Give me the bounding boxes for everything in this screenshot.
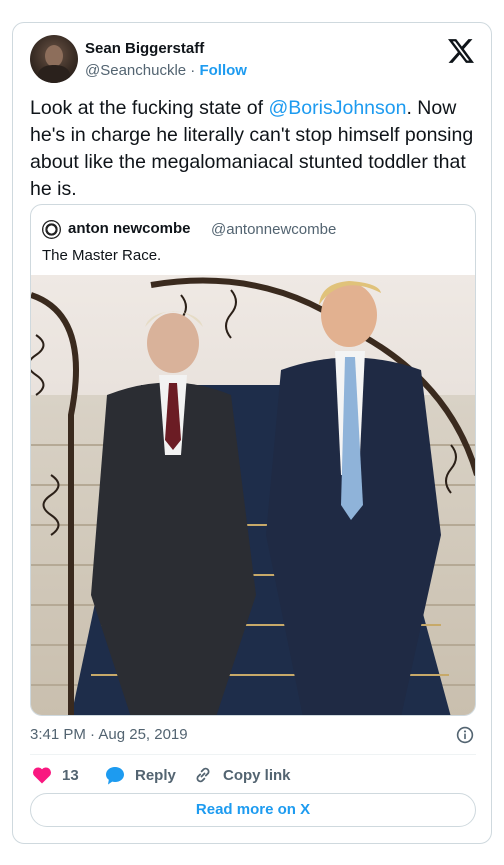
- author-name[interactable]: Sean Biggerstaff: [85, 40, 204, 57]
- reply-button[interactable]: Reply: [105, 764, 176, 786]
- quoted-author-handle[interactable]: @antonnewcombe: [211, 221, 336, 238]
- tweet-text: Look at the fucking state of @BorisJohns…: [30, 95, 480, 203]
- divider: [30, 754, 476, 755]
- reply-label: Reply: [135, 766, 176, 784]
- tweet-text-part: Look at the fucking state of: [30, 97, 269, 119]
- reply-bubble-icon: [106, 766, 124, 784]
- heart-icon: [33, 767, 51, 784]
- follow-button[interactable]: Follow: [199, 62, 247, 79]
- like-button[interactable]: 13: [32, 764, 79, 786]
- link-icon: [196, 767, 210, 783]
- handle-separator: ·: [190, 62, 196, 79]
- quoted-tweet-text: The Master Race.: [42, 247, 162, 264]
- mention-link[interactable]: @BorisJohnson: [269, 97, 407, 119]
- copy-link-label: Copy link: [223, 766, 291, 784]
- author-handle[interactable]: @Seanchuckle: [85, 62, 186, 79]
- author-avatar[interactable]: [30, 35, 78, 83]
- quoted-avatar[interactable]: [42, 220, 61, 239]
- quoted-tweet[interactable]: anton newcombe @antonnewcombe The Master…: [30, 204, 476, 716]
- author-handle-line: @Seanchuckle · Follow: [85, 62, 247, 79]
- copy-link-button[interactable]: Copy link: [193, 764, 291, 786]
- quoted-photo[interactable]: [31, 275, 476, 716]
- info-icon[interactable]: [456, 726, 474, 744]
- quoted-author-name[interactable]: anton newcombe: [68, 220, 191, 237]
- x-logo-icon[interactable]: [448, 39, 474, 63]
- read-more-button[interactable]: Read more on X: [30, 793, 476, 827]
- embedded-tweet-card: Sean Biggerstaff @Seanchuckle · Follow L…: [12, 22, 492, 844]
- like-count: 13: [62, 766, 79, 784]
- tweet-timestamp[interactable]: 3:41 PM · Aug 25, 2019: [30, 726, 188, 743]
